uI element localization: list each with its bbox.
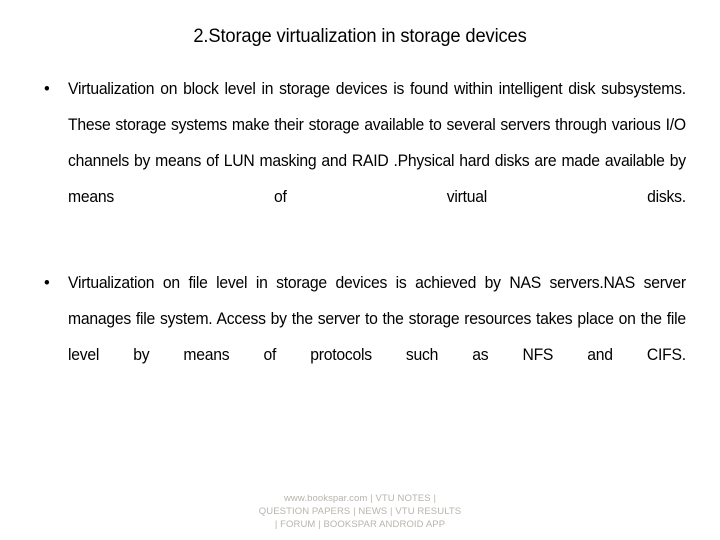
footer-line-1: www.bookspar.com | VTU NOTES | [283,493,437,504]
slide-canvas: 2.Storage virtualization in storage devi… [0,0,720,540]
bullet-marker-icon: • [44,274,50,292]
footer-watermark: www.bookspar.com | VTU NOTES | QUESTION … [0,492,720,532]
bullet-text: Virtualization on file level in storage … [68,274,686,364]
slide-body: • Virtualization on block level in stora… [36,71,686,409]
bullet-text: Virtualization on block level in storage… [68,80,686,206]
list-item: • Virtualization on block level in stora… [36,71,686,251]
footer-line-3: | FORUM | BOOKSPAR ANDROID APP [274,519,446,531]
page-title: 2.Storage virtualization in storage devi… [193,25,527,47]
list-item: • Virtualization on file level in storag… [36,265,686,409]
footer-line-2: QUESTION PAPERS | NEWS | VTU RESULTS [258,506,462,518]
bullet-marker-icon: • [44,80,50,98]
